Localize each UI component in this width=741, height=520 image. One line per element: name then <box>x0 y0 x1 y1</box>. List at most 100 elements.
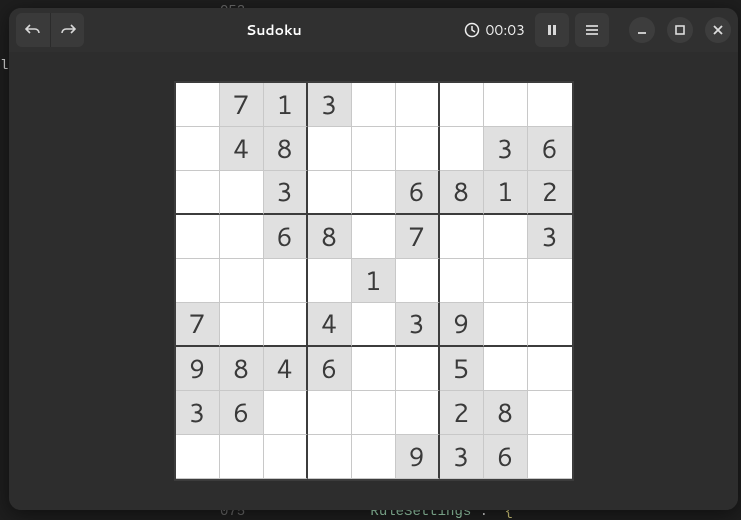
cell-r5-c6: 9 <box>440 303 484 347</box>
cell-r0-c2: 1 <box>264 83 308 127</box>
titlebar: Sudoku 00:03 <box>9 8 738 52</box>
undo-redo-group <box>16 13 84 47</box>
cell-r8-c6: 3 <box>440 435 484 479</box>
cell-r7-c0: 3 <box>176 391 220 435</box>
cell-r3-c6[interactable] <box>440 215 484 259</box>
cell-r2-c6: 8 <box>440 171 484 215</box>
cell-r6-c6: 5 <box>440 347 484 391</box>
cell-r3-c0[interactable] <box>176 215 220 259</box>
cell-r5-c0: 7 <box>176 303 220 347</box>
cell-r3-c2: 6 <box>264 215 308 259</box>
cell-r7-c8[interactable] <box>528 391 572 435</box>
cell-r2-c3[interactable] <box>308 171 352 215</box>
cell-r3-c7[interactable] <box>484 215 528 259</box>
cell-r6-c7[interactable] <box>484 347 528 391</box>
cell-r5-c5: 3 <box>396 303 440 347</box>
cell-r7-c1: 6 <box>220 391 264 435</box>
redo-icon <box>60 22 76 38</box>
cell-r0-c0[interactable] <box>176 83 220 127</box>
close-button[interactable] <box>705 17 731 43</box>
cell-r4-c0[interactable] <box>176 259 220 303</box>
cell-r6-c2: 4 <box>264 347 308 391</box>
cell-r8-c4[interactable] <box>352 435 396 479</box>
hamburger-icon <box>584 22 600 38</box>
undo-button[interactable] <box>16 13 50 47</box>
cell-r8-c1[interactable] <box>220 435 264 479</box>
cell-r4-c7[interactable] <box>484 259 528 303</box>
cell-r2-c1[interactable] <box>220 171 264 215</box>
cell-r1-c8: 6 <box>528 127 572 171</box>
cell-r7-c5[interactable] <box>396 391 440 435</box>
cell-r3-c1[interactable] <box>220 215 264 259</box>
cell-r5-c2[interactable] <box>264 303 308 347</box>
cell-r8-c8[interactable] <box>528 435 572 479</box>
cell-r2-c7: 1 <box>484 171 528 215</box>
cell-r0-c7[interactable] <box>484 83 528 127</box>
cell-r1-c1: 4 <box>220 127 264 171</box>
cell-r8-c3[interactable] <box>308 435 352 479</box>
cell-r4-c1[interactable] <box>220 259 264 303</box>
sudoku-board: 713483636812687317439984653628936 <box>174 81 574 481</box>
window-title: Sudoku <box>90 20 458 40</box>
menu-button[interactable] <box>575 13 609 47</box>
cell-r8-c2[interactable] <box>264 435 308 479</box>
cell-r4-c4: 1 <box>352 259 396 303</box>
cell-r8-c0[interactable] <box>176 435 220 479</box>
clock-icon <box>464 22 480 38</box>
cell-r3-c3: 8 <box>308 215 352 259</box>
cell-r2-c8: 2 <box>528 171 572 215</box>
cell-r7-c6: 2 <box>440 391 484 435</box>
redo-button[interactable] <box>50 13 84 47</box>
cell-r1-c2: 8 <box>264 127 308 171</box>
cell-r5-c1[interactable] <box>220 303 264 347</box>
close-icon <box>710 22 726 38</box>
maximize-button[interactable] <box>667 17 693 43</box>
cell-r0-c1: 7 <box>220 83 264 127</box>
cell-r7-c7: 8 <box>484 391 528 435</box>
minimize-icon <box>634 22 650 38</box>
cell-r1-c6[interactable] <box>440 127 484 171</box>
cell-r0-c4[interactable] <box>352 83 396 127</box>
cell-r7-c4[interactable] <box>352 391 396 435</box>
cell-r4-c8[interactable] <box>528 259 572 303</box>
cell-r2-c2: 3 <box>264 171 308 215</box>
cell-r1-c3[interactable] <box>308 127 352 171</box>
sudoku-window: Sudoku 00:03 713483636812687317439984653… <box>9 8 738 510</box>
pause-button[interactable] <box>535 13 569 47</box>
cell-r4-c5[interactable] <box>396 259 440 303</box>
cell-r2-c0[interactable] <box>176 171 220 215</box>
cell-r3-c5: 7 <box>396 215 440 259</box>
cell-r6-c8[interactable] <box>528 347 572 391</box>
cell-r8-c7: 6 <box>484 435 528 479</box>
cell-r1-c4[interactable] <box>352 127 396 171</box>
cell-r3-c4[interactable] <box>352 215 396 259</box>
cell-r0-c6[interactable] <box>440 83 484 127</box>
minimize-button[interactable] <box>629 17 655 43</box>
cell-r5-c8[interactable] <box>528 303 572 347</box>
cell-r2-c4[interactable] <box>352 171 396 215</box>
cell-r2-c5: 6 <box>396 171 440 215</box>
cell-r5-c4[interactable] <box>352 303 396 347</box>
cell-r0-c5[interactable] <box>396 83 440 127</box>
cell-r0-c8[interactable] <box>528 83 572 127</box>
cell-r6-c4[interactable] <box>352 347 396 391</box>
cell-r1-c5[interactable] <box>396 127 440 171</box>
cell-r5-c7[interactable] <box>484 303 528 347</box>
cell-r4-c2[interactable] <box>264 259 308 303</box>
cell-r7-c3[interactable] <box>308 391 352 435</box>
cell-r6-c1: 8 <box>220 347 264 391</box>
cell-r4-c3[interactable] <box>308 259 352 303</box>
cell-r6-c5[interactable] <box>396 347 440 391</box>
cell-r1-c0[interactable] <box>176 127 220 171</box>
cell-r6-c3: 6 <box>308 347 352 391</box>
cell-r3-c8: 3 <box>528 215 572 259</box>
maximize-icon <box>672 22 688 38</box>
game-area: 713483636812687317439984653628936 <box>9 52 738 510</box>
cell-r1-c7: 3 <box>484 127 528 171</box>
timer-value: 00:03 <box>486 20 525 40</box>
cell-r4-c6[interactable] <box>440 259 484 303</box>
cell-r6-c0: 9 <box>176 347 220 391</box>
undo-icon <box>25 22 41 38</box>
cell-r5-c3: 4 <box>308 303 352 347</box>
cell-r7-c2[interactable] <box>264 391 308 435</box>
